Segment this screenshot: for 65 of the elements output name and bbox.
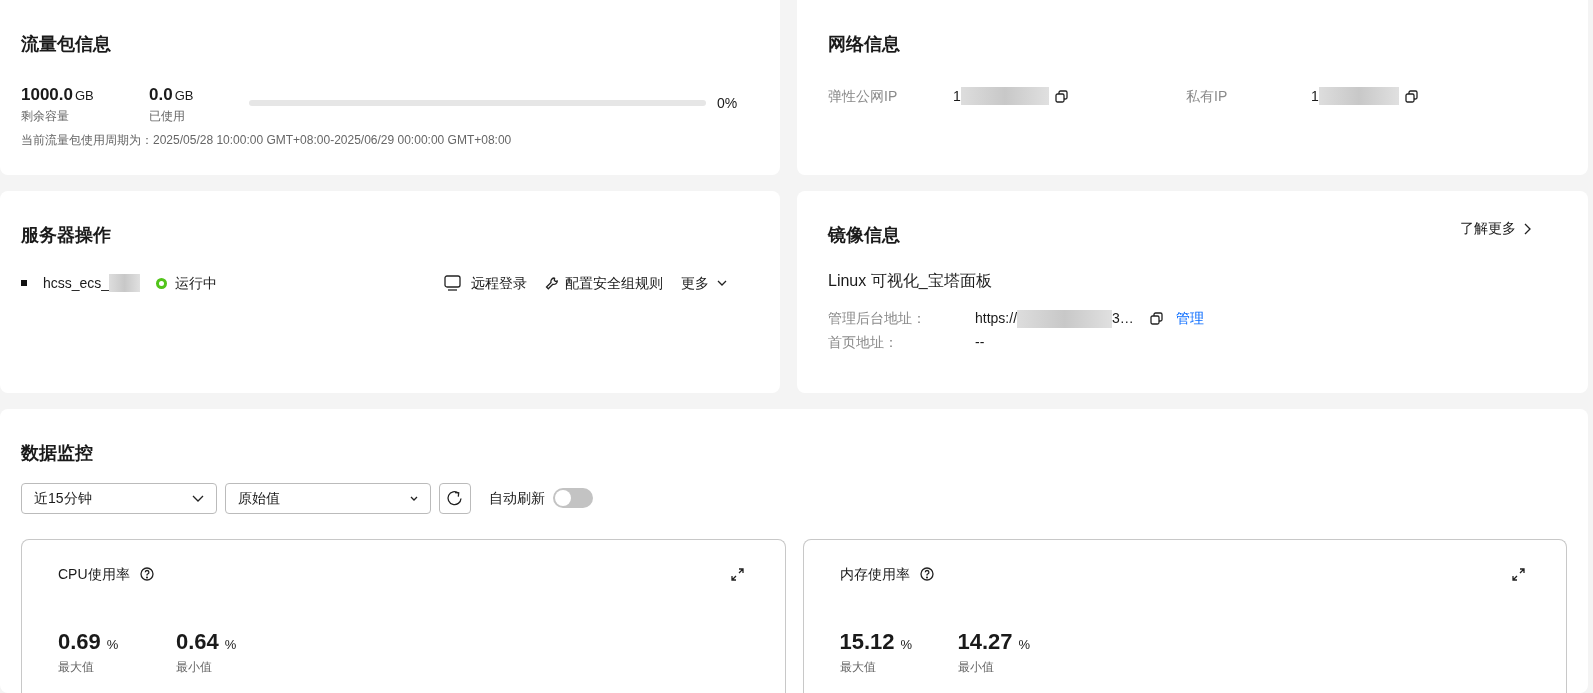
section-title: 数据监控: [21, 443, 94, 465]
section-title: 网络信息: [828, 34, 901, 56]
toggle-switch[interactable]: [553, 488, 593, 509]
field-value: 1: [953, 86, 961, 106]
toggle-label: 自动刷新: [489, 488, 545, 508]
field-label: 私有IP: [1186, 86, 1229, 106]
refresh-button[interactable]: [439, 482, 471, 514]
section-title: 镜像信息: [828, 225, 900, 247]
stat-unit: GB: [174, 86, 194, 105]
stat-label: 最大值: [58, 658, 95, 676]
copy-icon[interactable]: [1404, 89, 1418, 103]
dropdown-select[interactable]: 近15分钟: [21, 482, 217, 514]
status-text: 运行中: [175, 273, 218, 293]
action-button[interactable]: 远程登录: [444, 272, 527, 294]
stat-value: 1000.0: [21, 83, 73, 106]
help-icon[interactable]: [139, 567, 154, 582]
image-name: Linux 可视化_宝塔面板: [828, 270, 993, 291]
section-title: 服务器操作: [21, 225, 112, 247]
expand-icon[interactable]: [1512, 567, 1525, 581]
stat-value: 14.27: [957, 627, 1013, 656]
stat-label: 最小值: [957, 658, 995, 676]
stat-value: 0.69: [58, 627, 101, 656]
chevron-down-icon: [192, 494, 204, 502]
dropdown-select[interactable]: 原始值: [225, 482, 431, 514]
monitor-icon: [444, 275, 461, 292]
stat-value: 15.12: [839, 627, 895, 656]
wrench-icon: [545, 276, 559, 291]
field-value: https://: [975, 309, 1018, 329]
stat-unit: %: [1018, 635, 1031, 654]
field-label: 弹性公网IP: [828, 86, 899, 106]
field-label: 管理后台地址：: [828, 309, 927, 329]
redacted-block: [109, 274, 141, 293]
refresh-icon: [446, 489, 464, 508]
stat-label: 已使用: [149, 108, 186, 126]
stat-unit: %: [900, 635, 913, 654]
help-icon[interactable]: [919, 567, 934, 582]
field-value: 1: [1311, 86, 1319, 106]
manage-link[interactable]: 管理: [1175, 308, 1204, 330]
period-text: 当前流量包使用周期为：2025/05/28 10:00:00 GMT+08:00-2025/06/29 00:00:00 GMT+08:00: [21, 132, 513, 150]
expand-icon[interactable]: [730, 567, 744, 581]
field-value: 3…: [1112, 309, 1134, 329]
stat-value: 0.64: [176, 627, 219, 656]
field-value: --: [975, 333, 985, 353]
stat-label: 最小值: [176, 658, 213, 676]
bullet-icon: [21, 280, 27, 287]
action-button[interactable]: 更多: [681, 272, 727, 294]
stat-label: 最大值: [839, 658, 877, 676]
action-button[interactable]: 配置安全组规则: [545, 272, 663, 294]
section-title: 流量包信息: [21, 34, 112, 56]
chevron-down-icon: [410, 495, 418, 501]
stat-unit: %: [224, 635, 237, 654]
stat-unit: GB: [75, 86, 94, 105]
chart-title: 内存使用率: [839, 564, 910, 584]
copy-icon[interactable]: [1054, 89, 1068, 103]
stat-label: 剩余容量: [21, 108, 70, 126]
copy-icon[interactable]: [1149, 312, 1163, 326]
field-label: 首页地址：: [828, 333, 899, 353]
chevron-down-icon: [717, 280, 727, 287]
progress-reading: 0%: [717, 93, 738, 113]
learn-more-link[interactable]: 了解更多: [1460, 218, 1531, 240]
stat-unit: %: [106, 635, 119, 654]
chevron-right-icon: [1524, 222, 1531, 235]
chart-title: CPU使用率: [58, 564, 130, 584]
stat-value: 0.0: [149, 83, 173, 106]
server-name: hcss_ecs_: [43, 273, 110, 293]
